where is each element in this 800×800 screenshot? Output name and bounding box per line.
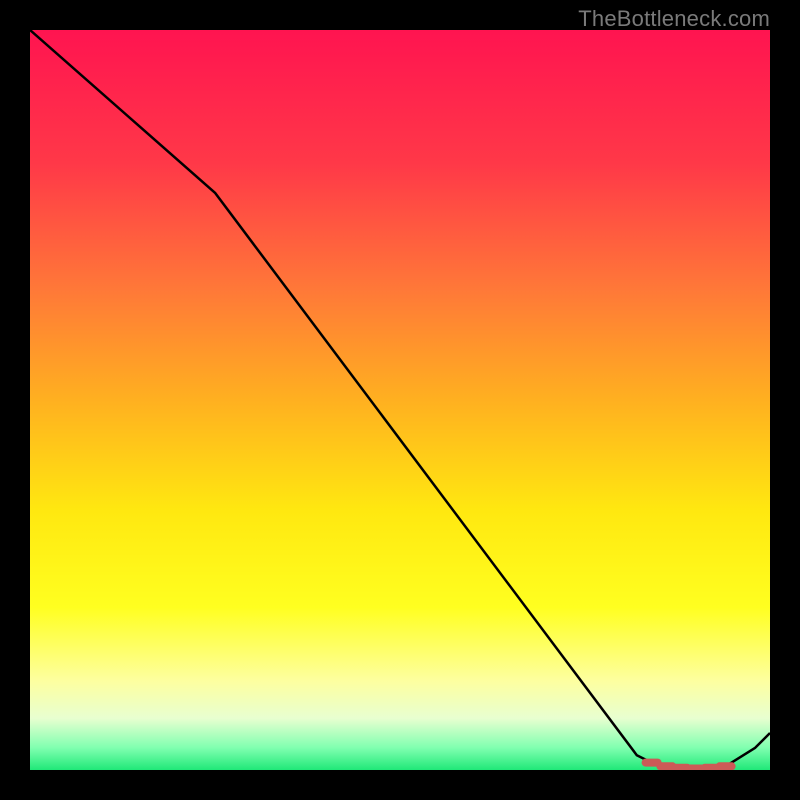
- heatmap-background: [30, 30, 770, 770]
- chart-container: TheBottleneck.com: [0, 0, 800, 800]
- watermark-text: TheBottleneck.com: [578, 6, 770, 32]
- chart-svg: [30, 30, 770, 770]
- plot-area: [30, 30, 770, 770]
